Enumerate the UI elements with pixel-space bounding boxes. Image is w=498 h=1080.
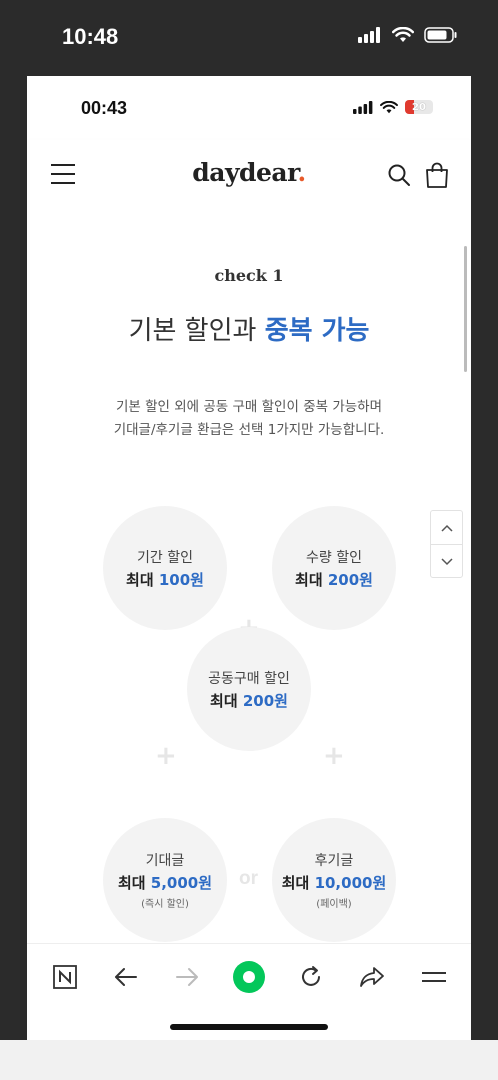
circle-value: 최대 10,000원 xyxy=(281,874,387,892)
battery-level: 20 xyxy=(412,101,426,113)
plus-symbol: + xyxy=(155,741,177,771)
chevron-down-icon xyxy=(440,557,453,565)
title-highlight: 중복 가능 xyxy=(264,316,370,346)
browser-menu-button[interactable] xyxy=(416,959,452,995)
circle-note: (페이백) xyxy=(316,899,352,910)
circle-label: 후기글 xyxy=(314,853,354,869)
browser-toolbar xyxy=(27,943,471,1040)
circle-label: 수량 할인 xyxy=(306,549,362,566)
scroll-up-button[interactable] xyxy=(431,511,462,544)
home-indicator[interactable] xyxy=(170,1024,328,1030)
shopping-bag-icon[interactable] xyxy=(425,162,449,188)
period-discount-circle: 기간 할인 최대 100원 xyxy=(103,506,227,630)
circle-label: 공동구매 할인 xyxy=(208,670,290,687)
scroll-arrows xyxy=(430,510,463,578)
chevron-up-icon xyxy=(440,524,453,532)
browser-viewport: 00:43 20 daydear. check 1 기본 할인과 중복 가능 기… xyxy=(27,76,471,1040)
inner-status-bar: 00:43 20 xyxy=(27,76,471,140)
refresh-button[interactable] xyxy=(293,959,329,995)
green-dot-button[interactable] xyxy=(231,959,267,995)
section-description: 기본 할인 외에 공동 구매 할인이 중복 가능하며 기대글/후기글 환급은 선… xyxy=(27,396,471,442)
inner-status-icons: 20 xyxy=(353,100,433,114)
outer-status-bar: 10:48 xyxy=(0,0,498,76)
page-content[interactable]: check 1 기본 할인과 중복 가능 기본 할인 외에 공동 구매 할인이 … xyxy=(27,210,471,943)
outer-status-icons xyxy=(358,27,458,43)
desc-line-2: 기대글/후기글 환급은 선택 1가지만 가능합니다. xyxy=(113,422,385,438)
outer-clock: 10:48 xyxy=(62,24,119,49)
forward-button[interactable] xyxy=(169,959,205,995)
scrollbar[interactable] xyxy=(464,246,467,372)
search-icon[interactable] xyxy=(387,163,411,187)
circle-note: (즉시 할인) xyxy=(141,899,189,910)
menu-icon xyxy=(422,972,446,982)
circle-label: 기간 할인 xyxy=(137,549,193,566)
circle-value: 최대 100원 xyxy=(126,570,204,589)
share-button[interactable] xyxy=(354,959,390,995)
circle-value: 최대 5,000원 xyxy=(117,874,213,892)
wifi-icon xyxy=(392,27,414,42)
refresh-icon xyxy=(302,966,320,986)
back-arrow-icon xyxy=(115,968,137,986)
forward-arrow-icon xyxy=(176,968,198,986)
scroll-down-button[interactable] xyxy=(431,545,462,578)
logo-dot: . xyxy=(297,158,306,187)
group-buy-discount-circle: 공동구매 할인 최대 200원 xyxy=(187,627,311,751)
bottom-system-bar xyxy=(0,1040,498,1080)
circle-value: 최대 200원 xyxy=(295,570,373,589)
desc-line-1: 기본 할인 외에 공동 구매 할인이 중복 가능하며 xyxy=(115,399,383,415)
section-title: 기본 할인과 중복 가능 xyxy=(27,310,471,347)
green-dot-icon xyxy=(233,961,265,993)
circle-label: 기대글 xyxy=(145,853,185,869)
device-screen: 10:48 00:43 20 daydear. check 1 기본 할인과 중… xyxy=(0,0,498,1080)
check-label: check 1 xyxy=(214,266,284,285)
circle-value: 최대 200원 xyxy=(210,691,288,710)
quantity-discount-circle: 수량 할인 최대 200원 xyxy=(272,506,396,630)
share-icon xyxy=(360,967,384,987)
naver-home-button[interactable] xyxy=(47,959,83,995)
wifi-icon xyxy=(380,100,398,113)
review-post-circle: 후기글 최대 10,000원 (페이백) xyxy=(272,818,396,942)
battery-icon xyxy=(424,27,457,43)
expectation-post-circle: 기대글 최대 5,000원 (즉시 할인) xyxy=(103,818,227,942)
signal-icon xyxy=(353,100,373,114)
title-plain: 기본 할인과 xyxy=(128,316,265,346)
battery-icon: 20 xyxy=(405,100,433,114)
naver-n-icon xyxy=(53,965,77,989)
inner-clock: 00:43 xyxy=(81,98,128,118)
site-header: daydear. xyxy=(27,140,471,210)
plus-symbol: + xyxy=(323,741,345,771)
logo-text: daydear xyxy=(192,158,298,187)
signal-icon xyxy=(358,27,380,43)
or-symbol: or xyxy=(239,868,258,889)
back-button[interactable] xyxy=(108,959,144,995)
